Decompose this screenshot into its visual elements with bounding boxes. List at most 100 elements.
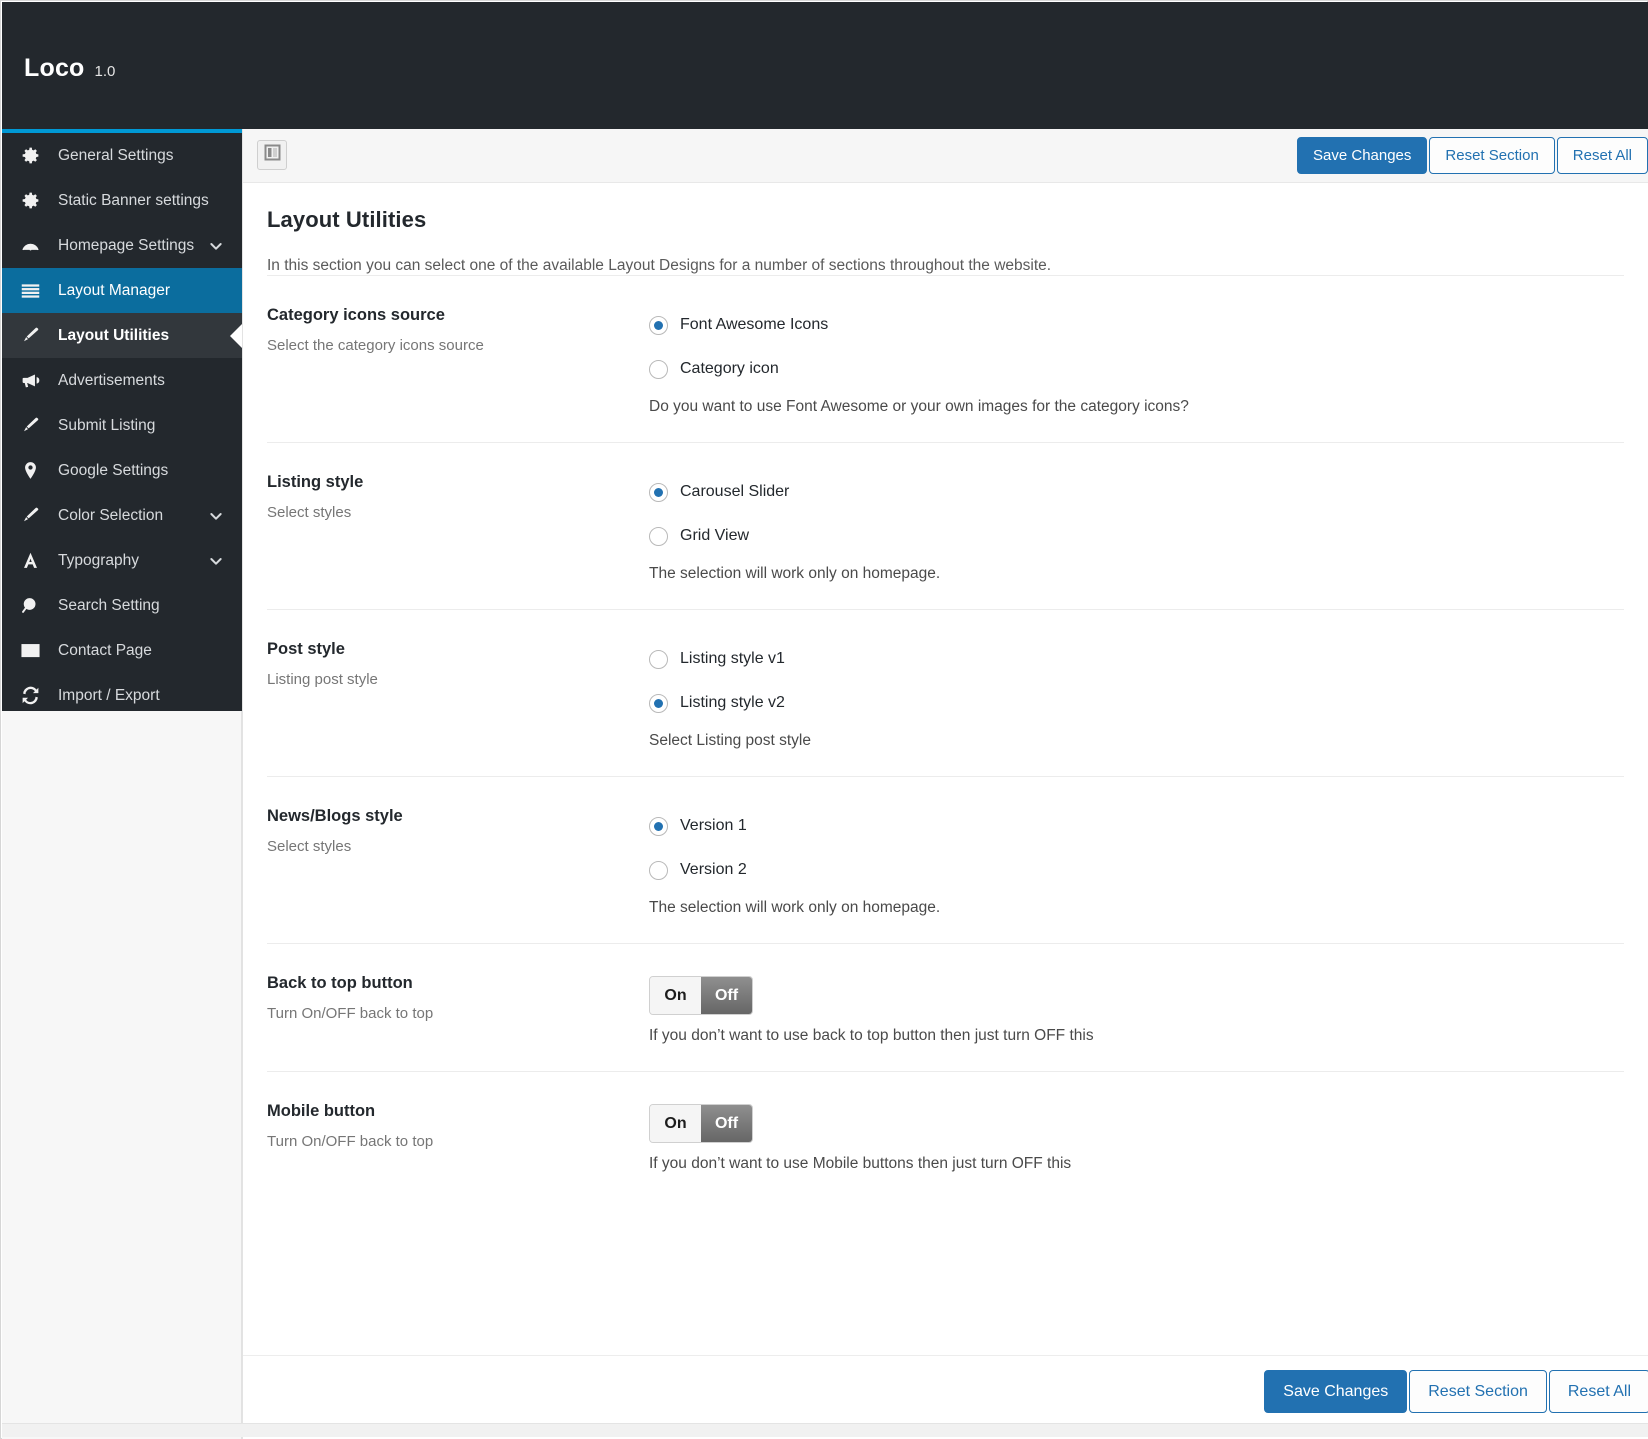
sidebar-item-label: Layout Manager — [58, 281, 171, 299]
on-off-toggle[interactable]: On Off — [649, 976, 753, 1015]
save-changes-button[interactable]: Save Changes — [1297, 137, 1428, 174]
chevron-down-icon[interactable] — [208, 553, 224, 569]
toggle-on-option[interactable]: On — [650, 1105, 701, 1142]
setting-title: Post style — [267, 640, 345, 658]
sidebar-item-general-settings[interactable]: General Settings — [2, 133, 242, 178]
gear-icon — [20, 144, 50, 168]
setting-help-text: The selection will work only on homepage… — [649, 899, 941, 916]
radio-button[interactable] — [649, 816, 668, 836]
radio-label: Carousel Slider — [680, 483, 790, 500]
envelope-icon — [20, 639, 50, 663]
setting-subtitle: Select styles — [267, 504, 352, 521]
radio-button[interactable] — [649, 315, 668, 335]
footer-reset-all-button[interactable]: Reset All — [1548, 1370, 1648, 1413]
setting-row: Back to top button Turn On/OFF back to to… — [267, 943, 1624, 1071]
radio-button[interactable] — [649, 482, 668, 502]
radio-label: Version 1 — [680, 817, 747, 834]
radio-option[interactable]: Carousel Slider — [649, 475, 1624, 509]
setting-row: News/Blogs style Select styles Version 1 Ve… — [267, 776, 1624, 943]
chevron-down-icon[interactable] — [208, 238, 224, 254]
setting-help-text: If you don’t want to use back to top but… — [649, 1027, 1094, 1044]
setting-row-labels: Back to top button Turn On/OFF back to to… — [267, 974, 649, 1045]
footer-save-changes-button[interactable]: Save Changes — [1264, 1370, 1408, 1413]
app-header: Loco 1.0 — [2, 2, 1648, 129]
radio-option[interactable]: Category icon — [649, 352, 1624, 386]
brush-icon — [20, 324, 50, 348]
sidebar-item-advertisements[interactable]: Advertisements — [2, 358, 242, 403]
sidebar-item-label: Advertisements — [58, 371, 165, 389]
sidebar-item-typography[interactable]: Typography — [2, 538, 242, 583]
app-window: Loco 1.0 General Settings Static Banner s… — [0, 0, 1648, 1439]
sidebar-item-static-banner-settings[interactable]: Static Banner settings — [2, 178, 242, 223]
page-description: In this section you can select one of th… — [267, 257, 1052, 274]
settings-sections: Category icons source Select the category… — [267, 275, 1624, 1199]
radio-option[interactable]: Font Awesome Icons — [649, 308, 1624, 342]
chevron-down-icon[interactable] — [208, 508, 224, 524]
refresh-icon — [20, 684, 50, 708]
radio-button[interactable] — [649, 693, 668, 713]
page-title: Layout Utilities — [267, 207, 427, 232]
radio-option[interactable]: Version 1 — [649, 809, 1624, 843]
on-off-toggle[interactable]: On Off — [649, 1104, 753, 1143]
setting-title: Mobile button — [267, 1102, 376, 1120]
settings-body: Layout Utilities In this section you can… — [243, 207, 1648, 1199]
map-pin-icon — [20, 459, 50, 483]
setting-help-text: The selection will work only on homepage… — [649, 565, 941, 582]
setting-row-labels: Mobile button Turn On/OFF back to top — [267, 1102, 649, 1173]
radio-label: Listing style v2 — [680, 694, 785, 711]
sidebar-item-label: Contact Page — [58, 641, 152, 659]
sidebar-item-homepage-settings[interactable]: Homepage Settings — [2, 223, 242, 268]
setting-row: Listing style Select styles Carousel Slide… — [267, 442, 1624, 609]
bars-icon — [20, 279, 50, 303]
setting-subtitle: Turn On/OFF back to top — [267, 1005, 434, 1022]
sidebar-item-label: Import / Export — [58, 686, 160, 704]
setting-row-control: Listing style v1 Listing style v2 Select L… — [649, 640, 1624, 750]
sidebar-filler — [2, 711, 242, 1439]
radio-option[interactable]: Listing style v2 — [649, 686, 1624, 720]
sidebar-item-label: Layout Utilities — [58, 326, 170, 344]
radio-button[interactable] — [649, 860, 668, 880]
setting-subtitle: Select styles — [267, 838, 352, 855]
sidebar-item-contact-page[interactable]: Contact Page — [2, 628, 242, 673]
radio-option[interactable]: Grid View — [649, 519, 1624, 553]
sidebar-item-google-settings[interactable]: Google Settings — [2, 448, 242, 493]
brand-name: Loco — [24, 54, 85, 82]
setting-row-labels: Listing style Select styles — [267, 473, 649, 583]
setting-help-text: Select Listing post style — [649, 732, 811, 749]
gear-icon — [20, 189, 50, 213]
radio-label: Font Awesome Icons — [680, 316, 829, 333]
radio-label: Listing style v1 — [680, 650, 785, 667]
sidebar-item-layout-manager[interactable]: Layout Manager — [2, 268, 242, 313]
footer-reset-section-button[interactable]: Reset Section — [1409, 1370, 1547, 1413]
sidebar-item-label: Homepage Settings — [58, 236, 195, 254]
sidebar-item-submit-listing[interactable]: Submit Listing — [2, 403, 242, 448]
sidebar-item-layout-utilities[interactable]: Layout Utilities — [2, 313, 242, 358]
radio-button[interactable] — [649, 649, 668, 669]
radio-button[interactable] — [649, 359, 668, 379]
toggle-off-option[interactable]: Off — [701, 977, 752, 1014]
toolbar-actions: Save Changes Reset Section Reset All — [1297, 137, 1648, 174]
reset-all-button[interactable]: Reset All — [1556, 137, 1648, 174]
panel-toggle-button[interactable] — [257, 140, 287, 170]
setting-row-control: Carousel Slider Grid View The selection wi… — [649, 473, 1624, 583]
setting-row: Category icons source Select the category… — [267, 275, 1624, 442]
setting-title: Listing style — [267, 473, 364, 491]
setting-row: Post style Listing post style Listing styl… — [267, 609, 1624, 776]
toggle-on-option[interactable]: On — [650, 977, 701, 1014]
setting-row-labels: Post style Listing post style — [267, 640, 649, 750]
sidebar-item-label: Search Setting — [58, 596, 160, 614]
search-icon — [20, 594, 50, 618]
brand-version: 1.0 — [94, 63, 116, 80]
window-bottom-strip — [2, 1423, 1648, 1437]
sidebar-item-search-setting[interactable]: Search Setting — [2, 583, 242, 628]
sidebar-item-color-selection[interactable]: Color Selection — [2, 493, 242, 538]
setting-help-text: If you don’t want to use Mobile buttons … — [649, 1155, 1072, 1172]
megaphone-icon — [20, 369, 50, 393]
reset-section-button[interactable]: Reset Section — [1429, 137, 1555, 174]
radio-option[interactable]: Listing style v1 — [649, 642, 1624, 676]
radio-button[interactable] — [649, 526, 668, 546]
setting-help-text: Do you want to use Font Awesome or your … — [649, 398, 1189, 415]
setting-title: Category icons source — [267, 306, 445, 324]
toggle-off-option[interactable]: Off — [701, 1105, 752, 1142]
radio-option[interactable]: Version 2 — [649, 853, 1624, 887]
